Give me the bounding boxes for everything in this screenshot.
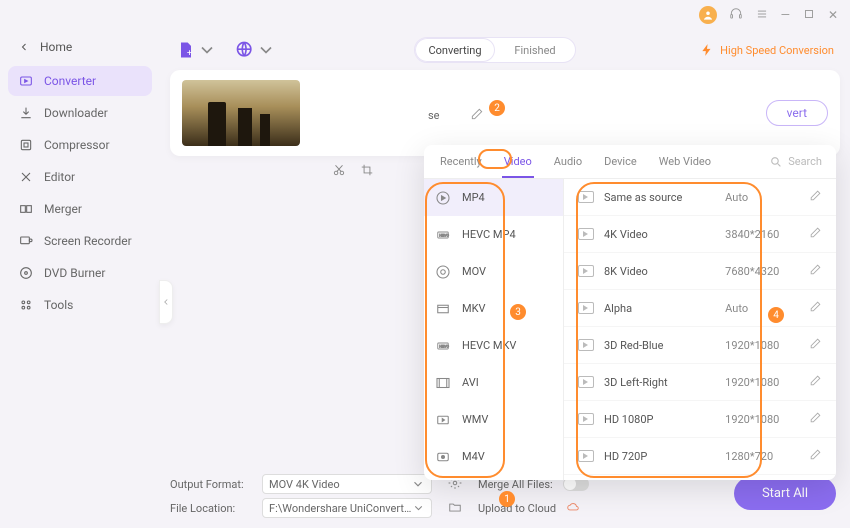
folder-icon[interactable]	[448, 500, 462, 517]
resolution-item[interactable]: AlphaAuto	[564, 290, 836, 327]
sidebar-item-converter[interactable]: Converter	[8, 66, 152, 96]
video-thumbnail[interactable]	[182, 80, 300, 146]
user-avatar-icon[interactable]	[699, 6, 717, 24]
play-rect-icon	[578, 265, 594, 277]
file-location-select[interactable]: F:\Wondershare UniConverter 1	[262, 498, 432, 518]
format-item[interactable]: MKV	[424, 290, 563, 327]
minimize-button[interactable]: —	[781, 8, 790, 22]
play-rect-icon	[578, 228, 594, 240]
home-label: Home	[40, 40, 72, 54]
popup-tab-video[interactable]: Video	[502, 147, 534, 178]
popup-tab-device[interactable]: Device	[602, 147, 639, 176]
edit-preset-icon[interactable]	[809, 448, 822, 464]
file-location-label: File Location:	[170, 502, 252, 515]
play-rect-icon	[578, 339, 594, 351]
sidebar-item-editor[interactable]: Editor	[8, 162, 152, 192]
play-rect-icon	[578, 450, 594, 462]
resolution-item[interactable]: 8K Video7680*4320	[564, 253, 836, 290]
sidebar: Home Converter Downloader Compressor Edi…	[0, 30, 160, 528]
edit-preset-icon[interactable]	[809, 374, 822, 390]
sidebar-item-dvd-burner[interactable]: DVD Burner	[8, 258, 152, 288]
format-item[interactable]: M4V	[424, 438, 563, 475]
svg-text:HEVC: HEVC	[439, 233, 449, 237]
resolution-list: Same as sourceAuto4K Video3840*21608K Vi…	[564, 179, 836, 480]
trim-icon[interactable]	[332, 163, 346, 180]
tab-finished[interactable]: Finished	[495, 38, 575, 62]
resolution-item[interactable]: 3D Left-Right1920*1080	[564, 364, 836, 401]
format-item[interactable]: MP4	[424, 179, 563, 216]
upload-cloud-label: Upload to Cloud	[478, 502, 556, 515]
play-rect-icon	[578, 302, 594, 314]
format-search[interactable]: Search	[769, 155, 822, 168]
format-item[interactable]: HEVCHEVC MP4	[424, 216, 563, 253]
search-icon	[769, 155, 782, 168]
cloud-icon[interactable]	[566, 500, 580, 517]
sidebar-item-compressor[interactable]: Compressor	[8, 130, 152, 160]
popup-tab-audio[interactable]: Audio	[552, 147, 584, 176]
edit-preset-icon[interactable]	[809, 300, 822, 316]
format-item[interactable]: HEVCHEVC MKV	[424, 327, 563, 364]
resolution-item[interactable]: Same as sourceAuto	[564, 179, 836, 216]
sidebar-item-screen-recorder[interactable]: Screen Recorder	[8, 226, 152, 256]
tutorial-marker-2: 2	[489, 100, 505, 116]
add-url-icon[interactable]	[235, 40, 276, 60]
format-item[interactable]: WMV	[424, 401, 563, 438]
tab-converting[interactable]: Converting	[415, 38, 495, 62]
resolution-item[interactable]: HD 1080P1920*1080	[564, 401, 836, 438]
play-rect-icon	[578, 413, 594, 425]
popup-tab-webvideo[interactable]: Web Video	[657, 147, 713, 176]
sidebar-collapse-handle[interactable]	[159, 280, 173, 324]
file-card: se vert	[170, 70, 840, 156]
resolution-item[interactable]: HD 720P1280*720	[564, 438, 836, 475]
crop-icon[interactable]	[360, 163, 374, 180]
close-button[interactable]: ✕	[828, 8, 838, 22]
edit-preset-icon[interactable]	[809, 263, 822, 279]
svg-text:+: +	[187, 49, 192, 59]
status-tabs[interactable]: Converting Finished	[414, 37, 576, 63]
chevron-down-icon	[411, 477, 425, 491]
resolution-item[interactable]: 3D Red-Blue1920*1080	[564, 327, 836, 364]
format-item[interactable]: MOV	[424, 253, 563, 290]
svg-text:HEVC: HEVC	[439, 344, 449, 348]
tutorial-marker-4: 4	[768, 307, 784, 323]
edit-preset-icon[interactable]	[809, 337, 822, 353]
edit-title-icon[interactable]	[470, 107, 484, 121]
tutorial-marker-3: 3	[510, 304, 526, 320]
edit-preset-icon[interactable]	[809, 189, 822, 205]
format-list: MP4HEVCHEVC MP4MOVMKVHEVCHEVC MKVAVIWMVM…	[424, 179, 564, 480]
popup-tab-recently[interactable]: Recently	[438, 147, 484, 176]
edit-preset-icon[interactable]	[809, 411, 822, 427]
convert-button[interactable]: vert	[766, 100, 828, 126]
tutorial-marker-1: 1	[499, 491, 515, 507]
edit-preset-icon[interactable]	[809, 226, 822, 242]
output-format-select[interactable]: MOV 4K Video	[262, 474, 432, 494]
output-format-label: Output Format:	[170, 478, 252, 491]
maximize-button[interactable]	[802, 7, 816, 24]
resolution-item[interactable]: 4K Video3840*2160	[564, 216, 836, 253]
sidebar-item-downloader[interactable]: Downloader	[8, 98, 152, 128]
format-item[interactable]: AVI	[424, 364, 563, 401]
home-nav[interactable]: Home	[8, 34, 152, 60]
add-file-icon[interactable]: +	[176, 40, 217, 60]
start-all-button[interactable]: Start All	[734, 477, 836, 510]
sidebar-item-tools[interactable]: Tools	[8, 290, 152, 320]
chevron-down-icon	[412, 501, 425, 515]
play-rect-icon	[578, 191, 594, 203]
sidebar-item-merger[interactable]: Merger	[8, 194, 152, 224]
headset-icon[interactable]	[729, 7, 743, 24]
high-speed-toggle[interactable]: High Speed Conversion	[700, 43, 834, 57]
play-rect-icon	[578, 376, 594, 388]
menu-icon[interactable]	[755, 7, 769, 24]
